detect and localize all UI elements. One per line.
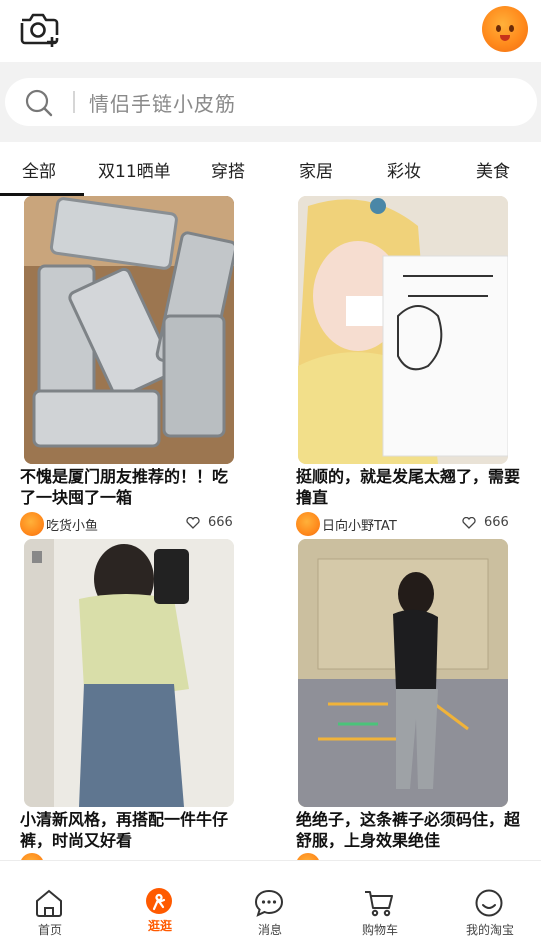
feed-card[interactable]: 不愧是厦门朋友推荐的！！吃了一块囤了一箱 吃货小鱼 666 xyxy=(20,196,240,536)
bottom-nav: 首页 逛逛 消息 购物车 我的淘宝 xyxy=(0,860,541,940)
home-icon xyxy=(36,889,62,917)
nav-home-label: 首页 xyxy=(37,923,62,937)
heart-icon[interactable] xyxy=(462,517,476,529)
mascot-avatar[interactable] xyxy=(482,6,528,52)
feed-card[interactable]: 小清新风格，再搭配一件牛仔裤，时尚又好看 xyxy=(20,539,250,861)
category-tabs: 全部 双11晒单 穿搭 家居 彩妆 美食 xyxy=(0,142,541,196)
search-divider xyxy=(73,91,75,113)
card-title[interactable]: 绝绝子，这条裤子必须码住，超舒服，上身效果绝佳 xyxy=(296,809,522,851)
pants-photo xyxy=(298,539,508,807)
author-avatar[interactable] xyxy=(296,512,320,536)
search-input[interactable]: 情侣手链小皮筋 xyxy=(5,78,537,126)
top-bar xyxy=(0,0,541,62)
feed-image[interactable] xyxy=(298,196,508,464)
tab-food[interactable]: 美食 xyxy=(476,157,510,182)
feed-image[interactable] xyxy=(24,196,234,464)
tins-photo xyxy=(24,196,234,464)
tab-makeup[interactable]: 彩妆 xyxy=(387,157,421,182)
heart-icon[interactable] xyxy=(186,517,200,529)
camera-add-icon[interactable] xyxy=(18,10,60,48)
feed-card[interactable]: 挺顺的，就是发尾太翘了，需要撸直 日向小野TAT 666 xyxy=(296,196,521,536)
search-placeholder: 情侣手链小皮筋 xyxy=(89,92,236,116)
feed-image[interactable] xyxy=(298,539,508,807)
cart-icon xyxy=(365,891,393,917)
feed-image[interactable] xyxy=(24,539,234,807)
nav-home[interactable]: 首页 xyxy=(0,861,104,940)
search-icon xyxy=(25,89,53,117)
author-name[interactable]: 日向小野TAT xyxy=(322,515,397,534)
cosplay-photo xyxy=(298,196,508,464)
like-count: 666 xyxy=(484,515,509,530)
card-title[interactable]: 挺顺的，就是发尾太翘了，需要撸直 xyxy=(296,466,522,508)
tab-double11[interactable]: 双11晒单 xyxy=(98,157,171,182)
nav-messages-label: 消息 xyxy=(257,923,282,937)
tab-home[interactable]: 家居 xyxy=(299,157,333,182)
author-name[interactable]: 吃货小鱼 xyxy=(46,515,98,534)
outfit-photo xyxy=(24,539,234,807)
card-title[interactable]: 不愧是厦门朋友推荐的！！吃了一块囤了一箱 xyxy=(20,466,242,508)
nav-messages[interactable]: 消息 xyxy=(216,861,324,940)
search-area: 情侣手链小皮筋 xyxy=(0,62,541,142)
avatar-mouth xyxy=(500,35,510,41)
nav-profile[interactable]: 我的淘宝 xyxy=(436,861,541,940)
guangguang-icon xyxy=(146,888,172,914)
avatar-eye xyxy=(509,25,514,32)
feed-card[interactable]: 绝绝子，这条裤子必须码住，超舒服，上身效果绝佳 xyxy=(296,539,522,861)
card-meta: 吃货小鱼 666 xyxy=(20,512,235,536)
author-avatar[interactable] xyxy=(20,512,44,536)
tab-all[interactable]: 全部 xyxy=(22,157,56,182)
tab-outfit[interactable]: 穿搭 xyxy=(211,157,245,182)
nav-guangguang-label: 逛逛 xyxy=(147,919,172,933)
avatar-eye xyxy=(496,25,501,32)
card-title[interactable]: 小清新风格，再搭配一件牛仔裤，时尚又好看 xyxy=(20,809,250,851)
nav-cart-label: 购物车 xyxy=(361,923,398,937)
nav-profile-label: 我的淘宝 xyxy=(465,923,514,937)
profile-icon xyxy=(475,889,503,917)
nav-guangguang[interactable]: 逛逛 xyxy=(106,861,214,940)
card-meta: 日向小野TAT 666 xyxy=(296,512,511,536)
like-count: 666 xyxy=(208,515,233,530)
nav-cart[interactable]: 购物车 xyxy=(326,861,434,940)
message-icon xyxy=(254,889,284,917)
